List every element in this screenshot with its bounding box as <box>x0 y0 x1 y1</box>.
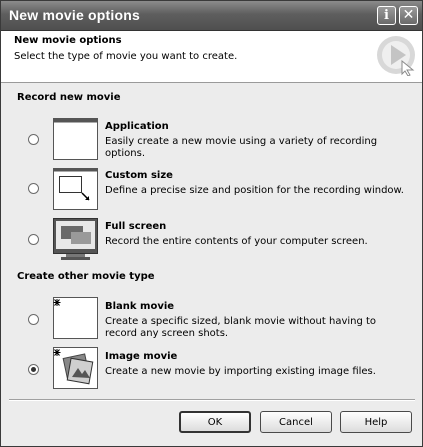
title-bar[interactable]: New movie options i ✕ <box>1 1 422 31</box>
full-screen-radio[interactable] <box>28 234 39 245</box>
blank-movie-radio[interactable] <box>28 314 39 325</box>
cancel-button[interactable]: Cancel <box>260 411 332 433</box>
header-subtitle: Select the type of movie you want to cre… <box>14 51 238 62</box>
image-movie-title: Image movie <box>105 351 178 362</box>
blank-movie-description: Create a specific sized, blank movie wit… <box>105 316 377 339</box>
close-icon: ✕ <box>402 7 415 23</box>
application-radio[interactable] <box>28 134 39 145</box>
help-button[interactable]: Help <box>340 411 412 433</box>
custom-size-icon <box>53 168 98 210</box>
ok-button[interactable]: OK <box>179 411 251 433</box>
monitor-icon <box>53 218 98 260</box>
image-movie-radio[interactable] <box>28 364 39 375</box>
option-image-movie[interactable]: Image movie Create a new movie by import… <box>1 347 422 391</box>
info-icon: i <box>384 8 389 23</box>
new-movie-options-dialog: New movie options i ✕ New movie options … <box>0 0 423 447</box>
play-arrow-logo-icon <box>377 36 415 76</box>
option-blank-movie[interactable]: Blank movie Create a specific sized, bla… <box>1 297 422 341</box>
option-custom-size[interactable]: Custom size Define a precise size and po… <box>1 168 422 212</box>
blank-movie-title: Blank movie <box>105 301 175 312</box>
full-screen-description: Record the entire contents of your compu… <box>105 236 368 247</box>
image-photo-icon <box>53 347 98 389</box>
close-button[interactable]: ✕ <box>399 6 418 25</box>
create-other-movie-type-label: Create other movie type <box>17 271 155 282</box>
full-screen-title: Full screen <box>105 221 167 232</box>
application-window-icon <box>53 118 98 160</box>
application-description: Easily create a new movie using a variet… <box>105 136 378 159</box>
info-button[interactable]: i <box>377 6 396 25</box>
custom-size-title: Custom size <box>105 170 173 181</box>
custom-size-description: Define a precise size and position for t… <box>105 185 404 196</box>
application-title: Application <box>105 121 169 132</box>
header-title: New movie options <box>14 35 122 46</box>
blank-page-icon <box>53 297 98 339</box>
record-new-movie-label: Record new movie <box>17 92 121 103</box>
image-movie-description: Create a new movie by importing existing… <box>105 366 376 377</box>
custom-size-radio[interactable] <box>28 183 39 194</box>
option-full-screen[interactable]: Full screen Record the entire contents o… <box>1 218 422 262</box>
header-banner: New movie options Select the type of mov… <box>1 31 422 83</box>
divider <box>9 399 415 401</box>
window-title: New movie options <box>9 7 140 23</box>
option-application[interactable]: Application Easily create a new movie us… <box>1 118 422 162</box>
